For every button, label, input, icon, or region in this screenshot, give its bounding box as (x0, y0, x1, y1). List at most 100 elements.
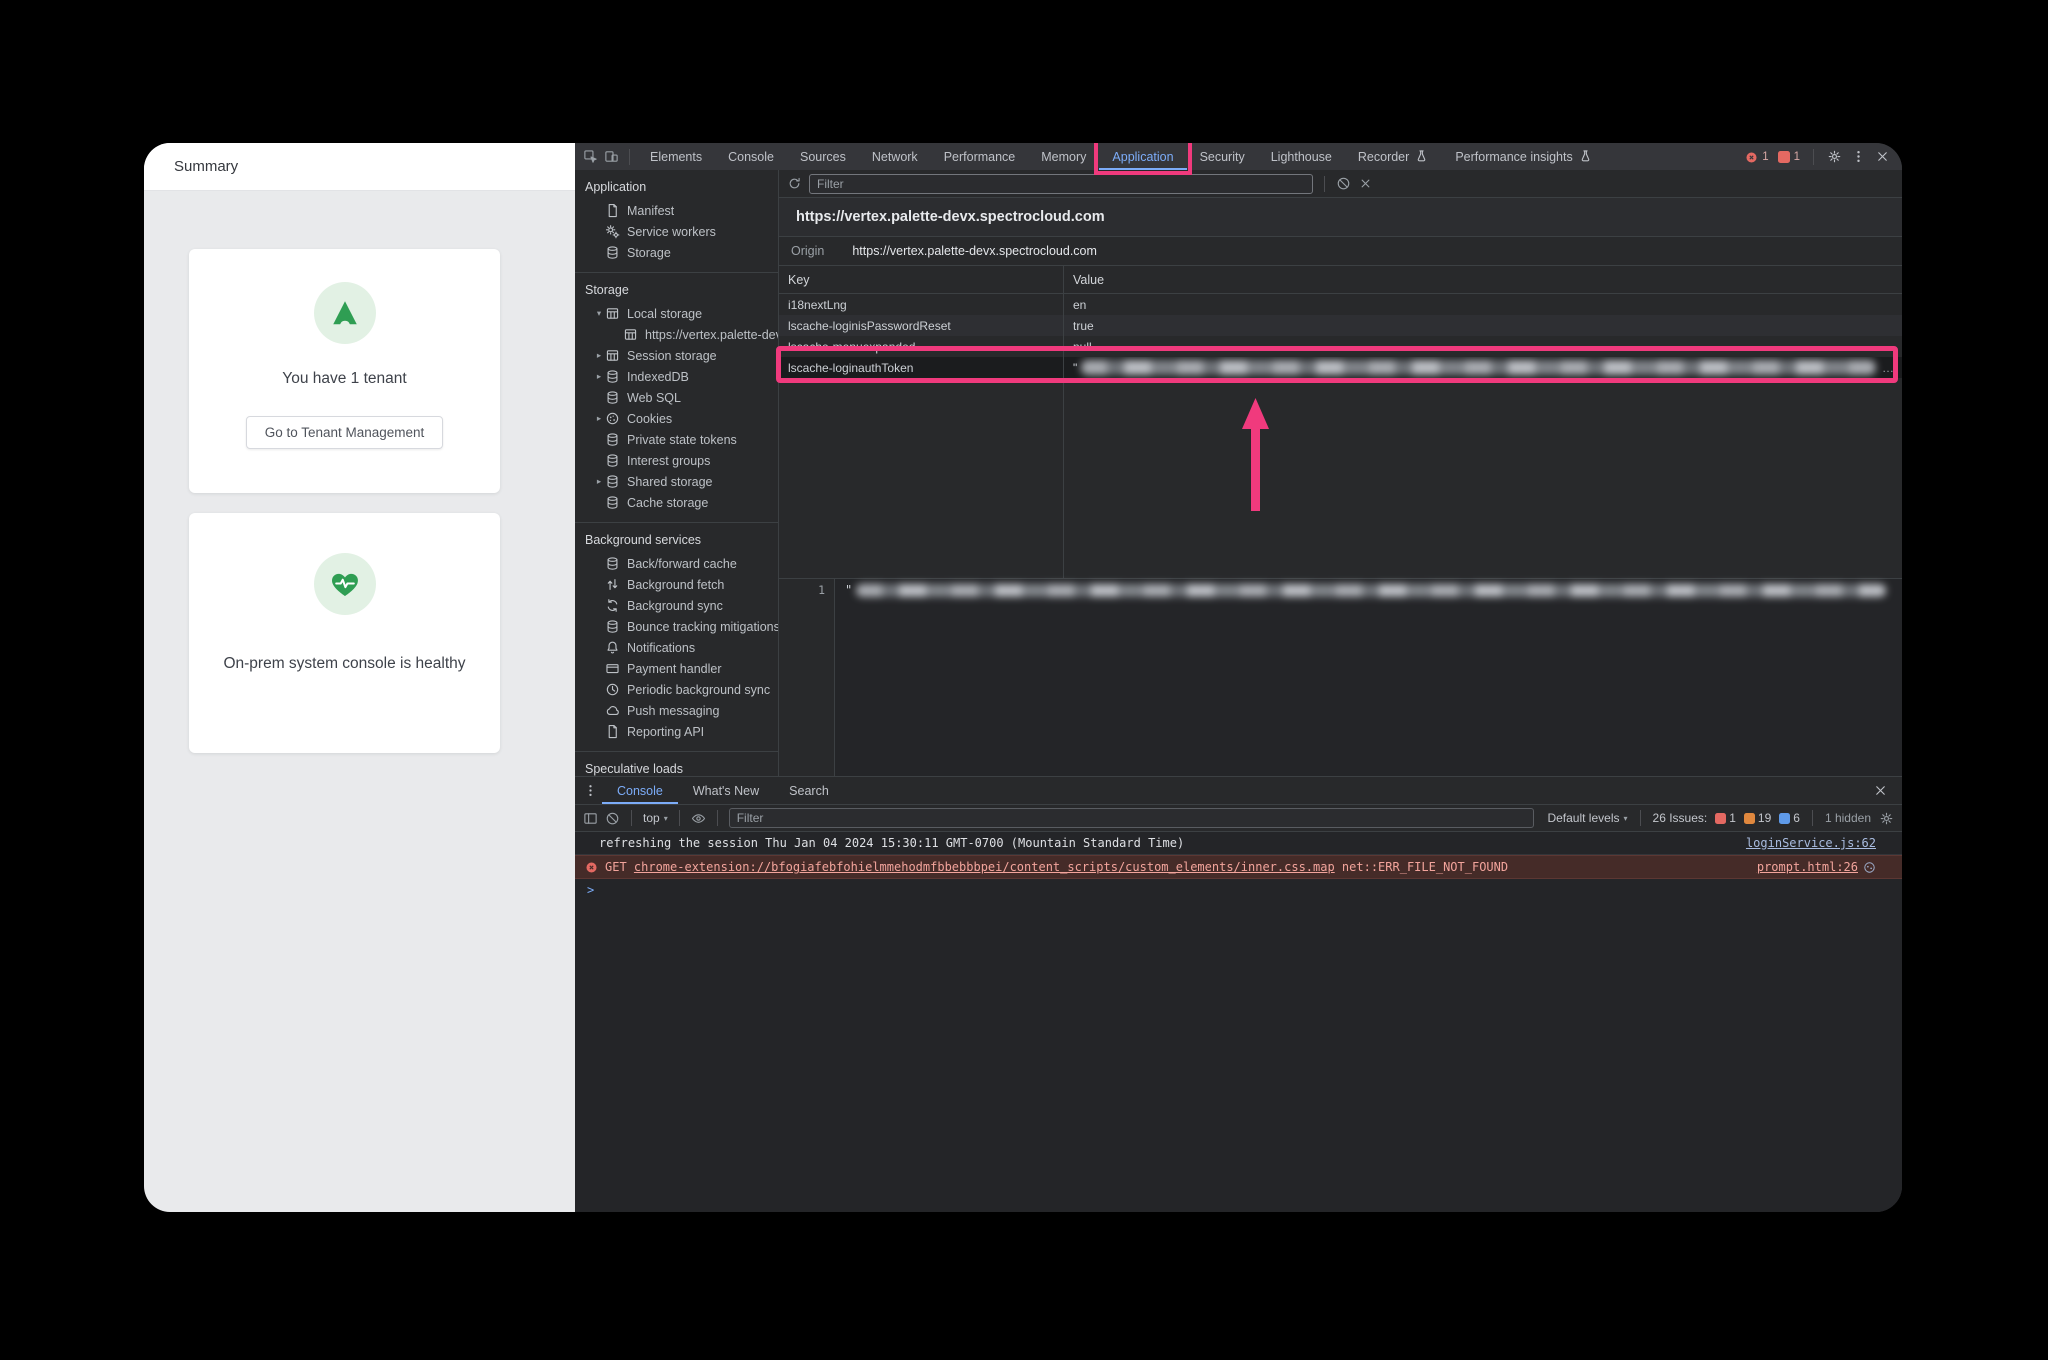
drawer-tab-console[interactable]: Console (602, 777, 678, 804)
drawer-kebab-icon[interactable] (583, 783, 598, 798)
source-link[interactable]: prompt.html:26 (1757, 860, 1876, 874)
drawer-tab-search[interactable]: Search (774, 777, 844, 804)
devtools-tab-security[interactable]: Security (1187, 143, 1258, 170)
devtools-tab-performance-insights[interactable]: Performance insights (1442, 143, 1605, 170)
tenant-card: You have 1 tenant Go to Tenant Managemen… (189, 249, 500, 493)
tabbar-right-cluster: 1 1 (1745, 148, 1902, 165)
cookie-icon (606, 412, 619, 425)
issues-count-label[interactable]: 26 Issues: (1653, 811, 1708, 825)
sidebar-item-storage[interactable]: Storage (575, 242, 778, 263)
issue-badge[interactable]: 1 (1715, 811, 1736, 825)
console-sidebar-toggle-icon[interactable] (583, 811, 598, 826)
devtools-tab-application[interactable]: Application (1094, 143, 1192, 175)
source-link[interactable]: loginService.js:62 (1746, 836, 1876, 850)
issue-badge[interactable]: 6 (1779, 811, 1800, 825)
sidebar-item-interest-groups[interactable]: Interest groups (575, 450, 778, 471)
origin-label: Origin (791, 244, 825, 258)
sidebar-item-back-forward-cache[interactable]: Back/forward cache (575, 553, 778, 574)
console-settings-gear-icon[interactable] (1879, 811, 1894, 826)
sidebar-item-reporting-api[interactable]: Reporting API (575, 721, 778, 742)
separator (1639, 810, 1641, 826)
expand-arrow-icon[interactable]: ▸ (593, 476, 605, 487)
devtools-tab-sources[interactable]: Sources (787, 143, 859, 170)
drawer-tab-what-s-new[interactable]: What's New (678, 777, 774, 804)
log-levels-dropdown[interactable]: Default levels ▾ (1547, 811, 1627, 825)
sidebar-item-web-sql[interactable]: Web SQL (575, 387, 778, 408)
console-filter-input[interactable] (728, 808, 1535, 828)
sidebar-item-bounce-tracking-mitigations[interactable]: Bounce tracking mitigations (575, 616, 778, 637)
sidebar-item-manifest[interactable]: Manifest (575, 200, 778, 221)
devtools-tab-network[interactable]: Network (859, 143, 931, 170)
console-prompt[interactable]: > (575, 879, 1902, 901)
expand-arrow-icon[interactable]: ▸ (593, 413, 605, 424)
issue-count-badge[interactable]: 1 (1777, 150, 1800, 163)
sidebar-item-https-vertex-palette-dev[interactable]: https://vertex.palette-dev (575, 324, 778, 345)
devtools-tab-console[interactable]: Console (715, 143, 787, 170)
storage-filter-input[interactable] (809, 173, 1313, 194)
sidebar-item-service-workers[interactable]: Service workers (575, 221, 778, 242)
storage-row-lscache-menuexpanded[interactable]: lscache-menuexpanded null (779, 336, 1902, 357)
kebab-menu-icon[interactable] (1851, 149, 1866, 164)
heart-pulse-icon (331, 573, 358, 596)
storage-row-lscache-loginauthtoken[interactable]: lscache-loginauthToken "… (779, 357, 1902, 378)
sidebar-item-notifications[interactable]: Notifications (575, 637, 778, 658)
database-icon (607, 454, 618, 467)
storage-row-lscache-loginispasswordreset[interactable]: lscache-loginisPasswordReset true (779, 315, 1902, 336)
error-count-badge[interactable]: 1 (1745, 150, 1769, 164)
expand-arrow-icon[interactable]: ▾ (593, 308, 605, 319)
separator (629, 148, 630, 165)
expand-arrow-icon[interactable]: ▸ (593, 371, 605, 382)
device-toolbar-icon[interactable] (604, 149, 619, 164)
sidebar-section-storage: Storage ▾ Local storage https://vertex.pale… (575, 273, 778, 523)
expand-arrow-icon[interactable]: ▸ (593, 350, 605, 361)
sidebar-item-cache-storage[interactable]: Cache storage (575, 492, 778, 513)
refresh-icon[interactable] (787, 176, 802, 191)
devtools-tab-memory[interactable]: Memory (1028, 143, 1099, 170)
table-icon (606, 308, 619, 319)
page-header: Summary (144, 143, 575, 191)
table-icon (606, 350, 619, 361)
sidebar-item-payment-handler[interactable]: Payment handler (575, 658, 778, 679)
execution-context-dropdown[interactable]: top ▾ (643, 811, 668, 825)
separator (631, 810, 632, 826)
sidebar-item-shared-storage[interactable]: ▸ Shared storage (575, 471, 778, 492)
error-url-link[interactable]: chrome-extension://bfogiafebfohielmmehod… (634, 860, 1335, 874)
file-icon (608, 203, 617, 218)
preview-quote: " (845, 583, 853, 597)
devtools-tab-performance[interactable]: Performance (931, 143, 1029, 170)
go-to-tenant-management-button[interactable]: Go to Tenant Management (245, 416, 444, 449)
sidebar-item-session-storage[interactable]: ▸ Session storage (575, 345, 778, 366)
devtools-tab-lighthouse[interactable]: Lighthouse (1258, 143, 1345, 170)
sidebar-item-background-sync[interactable]: Background sync (575, 595, 778, 616)
devtools-tab-elements[interactable]: Elements (637, 143, 715, 170)
sidebar-item-background-fetch[interactable]: Background fetch (575, 574, 778, 595)
close-devtools-icon[interactable] (1875, 149, 1890, 164)
sidebar-item-push-messaging[interactable]: Push messaging (575, 700, 778, 721)
clear-all-icon[interactable] (1336, 176, 1351, 191)
sidebar-item-private-state-tokens[interactable]: Private state tokens (575, 429, 778, 450)
screenshot-stage: Summary You have 1 tenant Go to Tenant M… (0, 0, 2048, 1360)
sidebar-item-cookies[interactable]: ▸ Cookies (575, 408, 778, 429)
database-icon (607, 620, 618, 633)
sidebar-item-local-storage[interactable]: ▾ Local storage (575, 303, 778, 324)
value-column-header[interactable]: Value (1064, 266, 1902, 293)
sidebar-section-background-services: Background services Back/forward cache Bac… (575, 523, 778, 752)
settings-gear-icon[interactable] (1827, 149, 1842, 164)
gears-icon (605, 225, 620, 239)
sidebar-item-periodic-background-sync[interactable]: Periodic background sync (575, 679, 778, 700)
issue-badge[interactable]: 19 (1743, 811, 1771, 825)
storage-row-i18nextlng[interactable]: i18nextLng en (779, 294, 1902, 315)
clear-console-icon[interactable] (605, 811, 620, 826)
storage-table-filler (779, 378, 1902, 578)
live-expression-eye-icon[interactable] (691, 811, 706, 826)
inspect-element-icon[interactable] (583, 149, 598, 164)
row-value-redacted: "… (1073, 360, 1894, 375)
delete-selected-icon[interactable] (1358, 176, 1373, 191)
devtools-tab-recorder[interactable]: Recorder (1345, 143, 1442, 170)
devtools-main: Application Manifest Service workers Storag… (575, 170, 1902, 776)
sidebar-item-indexeddb[interactable]: ▸ IndexedDB (575, 366, 778, 387)
key-column-header[interactable]: Key (779, 266, 1064, 293)
close-drawer-icon[interactable] (1873, 783, 1888, 798)
flask-icon (1581, 150, 1590, 162)
row-value: null (1073, 339, 1092, 354)
